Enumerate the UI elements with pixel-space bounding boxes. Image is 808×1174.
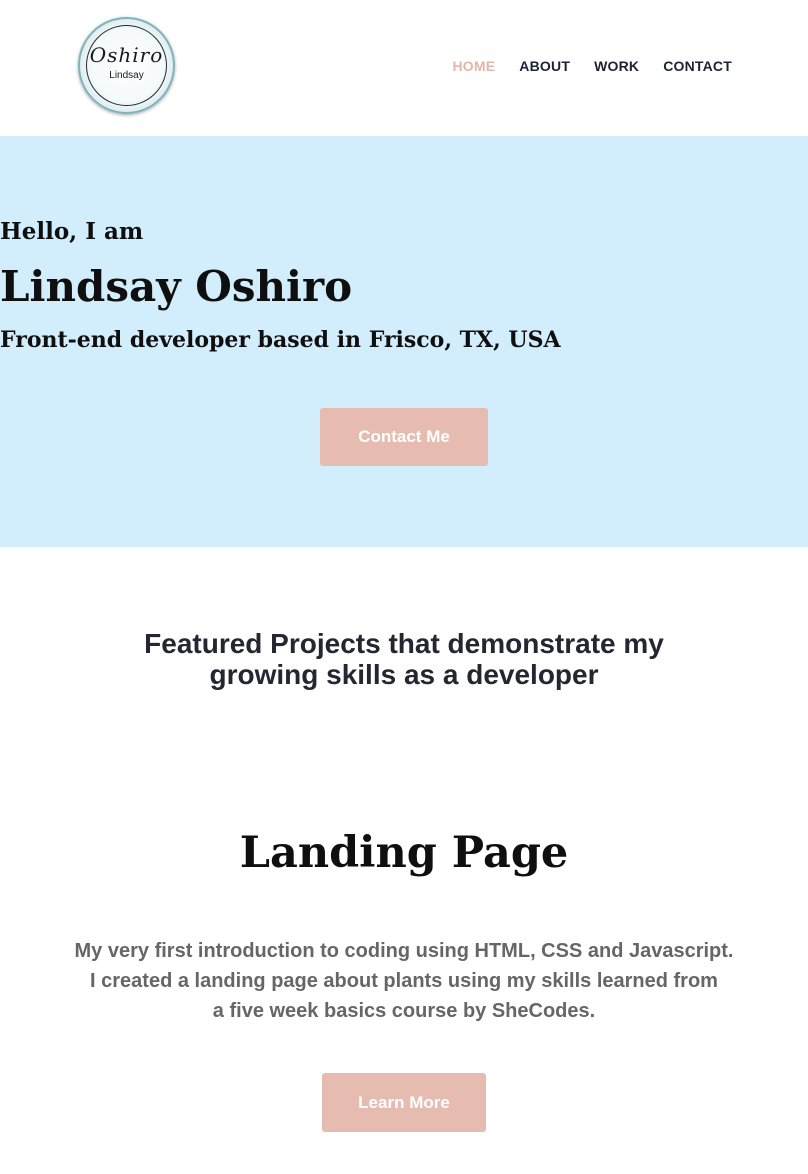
hero-tagline: Front-end developer based in Frisco, TX,… [0, 327, 561, 353]
featured-heading-line-2: growing skills as a developer [209, 659, 599, 690]
hero-name: Lindsay Oshiro [0, 262, 353, 311]
contact-me-button[interactable]: Contact Me [320, 408, 488, 466]
site-header: Oshiro Lindsay HOME ABOUT WORK CONTACT [0, 0, 808, 136]
nav-work[interactable]: WORK [594, 58, 639, 74]
hero-greeting: Hello, I am [0, 218, 144, 245]
project-description: My very first introduction to coding usi… [50, 936, 758, 1026]
project-title: Landing Page [239, 828, 569, 878]
logo[interactable]: Oshiro Lindsay [78, 17, 175, 114]
learn-more-button[interactable]: Learn More [322, 1073, 486, 1132]
logo-script-text: Oshiro [89, 43, 164, 67]
project-description-line-1: My very first introduction to coding usi… [74, 940, 734, 962]
featured-heading-line-1: Featured Projects that demonstrate my [144, 628, 664, 659]
featured-heading: Featured Projects that demonstrate my gr… [0, 628, 808, 690]
main-nav: HOME ABOUT WORK CONTACT [452, 58, 732, 74]
nav-contact[interactable]: CONTACT [663, 58, 732, 74]
project-description-line-3: a five week basics course by SheCodes. [212, 1000, 596, 1022]
nav-about[interactable]: ABOUT [519, 58, 570, 74]
logo-sub-text: Lindsay [109, 70, 144, 81]
project-description-line-2: I created a landing page about plants us… [90, 970, 718, 992]
nav-home[interactable]: HOME [452, 58, 495, 74]
